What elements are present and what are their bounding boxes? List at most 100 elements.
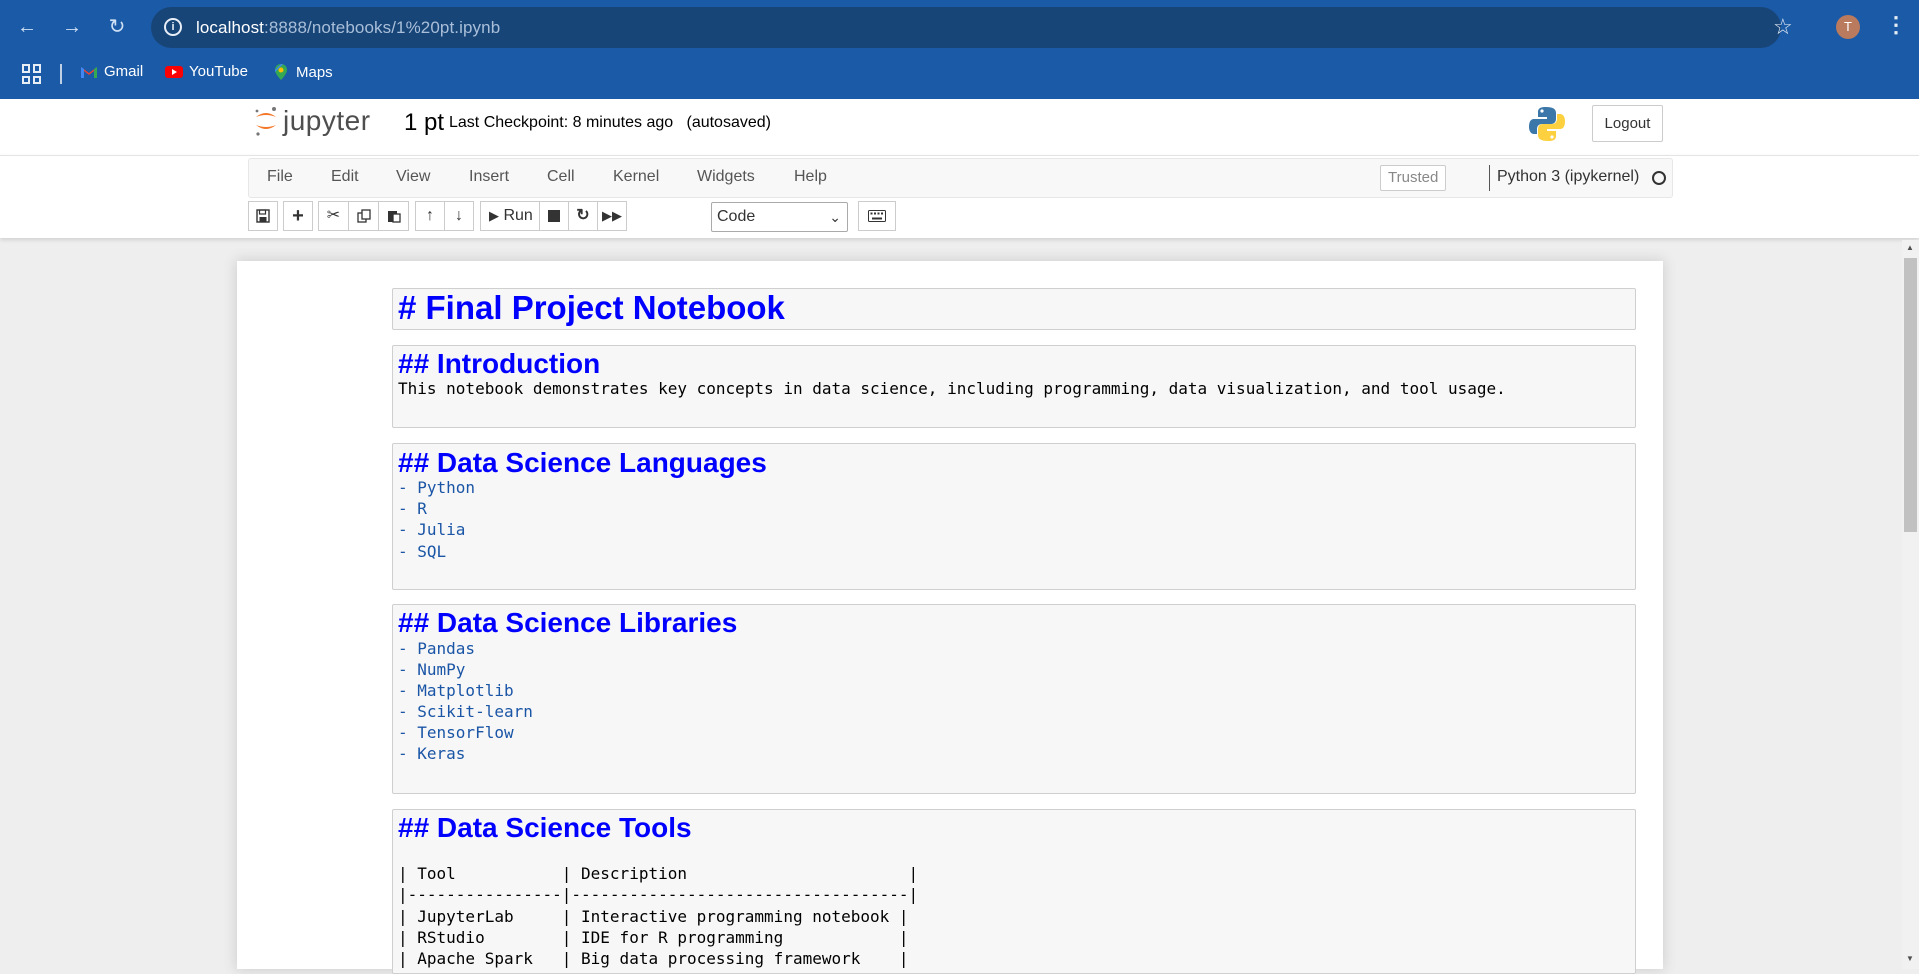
stop-icon bbox=[548, 209, 560, 222]
list-item: - R bbox=[398, 499, 427, 518]
menu-help[interactable]: Help bbox=[794, 168, 827, 186]
menu-widgets[interactable]: Widgets bbox=[697, 168, 755, 186]
restart-icon: ↻ bbox=[576, 207, 590, 224]
address-bar[interactable]: i localhost:8888/notebooks/1%20pt.ipynb bbox=[151, 7, 1781, 48]
scroll-thumb[interactable] bbox=[1904, 258, 1917, 532]
cell-text: This notebook demonstrates key concepts … bbox=[398, 379, 1506, 398]
arrow-down-icon: ↓ bbox=[455, 207, 463, 224]
markdown-cell-introduction[interactable]: ## Introduction This notebook demonstrat… bbox=[392, 345, 1636, 428]
autosaved-text: (autosaved) bbox=[686, 114, 771, 131]
url-host: localhost bbox=[196, 18, 264, 37]
youtube-icon bbox=[165, 65, 183, 78]
reload-icon[interactable]: ↻ bbox=[102, 12, 132, 42]
profile-avatar[interactable]: T bbox=[1836, 15, 1860, 39]
list-item: - Pandas bbox=[398, 639, 476, 658]
jupyter-logo-icon bbox=[255, 107, 276, 136]
notebook-title[interactable]: 1 pt bbox=[404, 109, 444, 137]
fast-forward-icon: ▶▶ bbox=[602, 208, 622, 223]
scroll-down-icon[interactable]: ▼ bbox=[1906, 954, 1914, 963]
cell-heading: # Final Project Notebook bbox=[398, 289, 785, 326]
table-line: | JupyterLab | Interactive programming n… bbox=[398, 907, 909, 926]
copy-icon bbox=[356, 209, 371, 223]
site-info-icon[interactable]: i bbox=[164, 18, 182, 36]
url-path: :8888/notebooks/1%20pt.ipynb bbox=[264, 18, 501, 37]
interrupt-button[interactable] bbox=[539, 201, 569, 231]
gmail-icon bbox=[81, 66, 97, 78]
cut-button[interactable]: ✂ bbox=[318, 201, 349, 231]
markdown-cell-languages[interactable]: ## Data Science Languages - Python - R -… bbox=[392, 443, 1636, 590]
markdown-cell-title[interactable]: # Final Project Notebook bbox=[392, 288, 1636, 330]
restart-button[interactable]: ↻ bbox=[568, 201, 598, 231]
list-item: - Python bbox=[398, 478, 476, 497]
list-item: - Keras bbox=[398, 744, 466, 763]
cell-type-select[interactable]: Code ⌄ bbox=[711, 202, 848, 232]
table-line: | Apache Spark | Big data processing fra… bbox=[398, 949, 909, 968]
bookmark-star-icon[interactable]: ☆ bbox=[1773, 14, 1793, 40]
back-arrow-icon[interactable]: ← bbox=[12, 12, 42, 42]
markdown-cell-libraries[interactable]: ## Data Science Libraries - Pandas - Num… bbox=[392, 604, 1636, 794]
apps-grid-icon[interactable] bbox=[22, 64, 42, 84]
menubar: File Edit View Insert Cell Kernel Widget… bbox=[248, 158, 1673, 198]
bookmarks-bar: Gmail YouTube Maps bbox=[0, 56, 1919, 90]
menu-insert[interactable]: Insert bbox=[469, 168, 509, 186]
forward-arrow-icon[interactable]: → bbox=[57, 12, 87, 42]
browser-menu-icon[interactable]: ⋮ bbox=[1885, 12, 1907, 38]
bookmark-gmail[interactable]: Gmail bbox=[80, 63, 143, 80]
insert-cell-button[interactable]: + bbox=[283, 201, 313, 231]
list-item: - SQL bbox=[398, 542, 447, 561]
play-icon: ▶ bbox=[489, 208, 499, 223]
bookmarks-divider bbox=[60, 64, 62, 84]
page-scrollbar[interactable]: ▲ ▼ bbox=[1902, 240, 1919, 969]
menubar-container: File Edit View Insert Cell Kernel Widget… bbox=[0, 155, 1919, 238]
jupyter-logo-text: jupyter bbox=[283, 105, 371, 136]
list-item: - TensorFlow bbox=[398, 723, 514, 742]
menu-cell[interactable]: Cell bbox=[547, 168, 575, 186]
menu-view[interactable]: View bbox=[396, 168, 430, 186]
trusted-badge[interactable]: Trusted bbox=[1380, 165, 1447, 191]
table-line: | RStudio | IDE for R programming | bbox=[398, 928, 909, 947]
checkpoint-status: Last Checkpoint: 8 minutes ago (autosave… bbox=[449, 114, 771, 132]
cell-heading: ## Data Science Languages bbox=[398, 447, 767, 478]
plus-icon: + bbox=[292, 205, 304, 227]
chevron-down-icon: ⌄ bbox=[829, 209, 841, 225]
copy-button[interactable] bbox=[348, 201, 379, 231]
paste-button[interactable] bbox=[378, 201, 409, 231]
markdown-cell-tools[interactable]: ## Data Science Tools | Tool | Descripti… bbox=[392, 809, 1636, 974]
kernel-name[interactable]: Python 3 (ipykernel) bbox=[1497, 168, 1639, 186]
bookmark-label: YouTube bbox=[189, 63, 248, 80]
cell-heading: ## Introduction bbox=[398, 348, 601, 379]
run-label: Run bbox=[503, 207, 533, 224]
move-down-button[interactable]: ↓ bbox=[444, 201, 474, 231]
url-text[interactable]: localhost:8888/notebooks/1%20pt.ipynb bbox=[196, 18, 500, 38]
cell-heading: ## Data Science Libraries bbox=[398, 607, 738, 638]
menu-file[interactable]: File bbox=[267, 168, 293, 186]
menu-edit[interactable]: Edit bbox=[331, 168, 359, 186]
save-icon bbox=[256, 209, 270, 223]
kernel-divider bbox=[1489, 165, 1490, 191]
python-logo-icon bbox=[1529, 107, 1565, 141]
browser-toolbar: ← → ↻ i localhost:8888/notebooks/1%20pt.… bbox=[0, 0, 1919, 99]
run-button[interactable]: ▶ Run bbox=[480, 201, 540, 231]
move-up-button[interactable]: ↑ bbox=[415, 201, 445, 231]
list-item: - NumPy bbox=[398, 660, 466, 679]
scissors-icon: ✂ bbox=[326, 207, 341, 224]
checkpoint-text: Last Checkpoint: 8 minutes ago bbox=[449, 114, 674, 131]
table-line: | Tool | Description | bbox=[398, 864, 919, 883]
paste-icon bbox=[387, 210, 401, 223]
bookmark-label: Gmail bbox=[104, 63, 144, 80]
cell-type-value: Code bbox=[717, 208, 756, 225]
restart-run-all-button[interactable]: ▶▶ bbox=[597, 201, 627, 231]
logout-button[interactable]: Logout bbox=[1592, 105, 1663, 142]
table-line: |----------------|----------------------… bbox=[398, 885, 919, 904]
list-item: - Scikit-learn bbox=[398, 702, 533, 721]
save-button[interactable] bbox=[248, 201, 278, 231]
jupyter-logo[interactable]: jupyter bbox=[253, 104, 371, 138]
bookmark-maps[interactable]: Maps bbox=[272, 63, 333, 81]
scroll-up-icon[interactable]: ▲ bbox=[1906, 243, 1914, 252]
command-palette-button[interactable] bbox=[858, 201, 896, 231]
menu-kernel[interactable]: Kernel bbox=[613, 168, 659, 186]
kernel-idle-icon bbox=[1652, 171, 1666, 185]
bookmark-youtube[interactable]: YouTube bbox=[165, 63, 248, 80]
cell-heading: ## Data Science Tools bbox=[398, 812, 692, 843]
maps-icon bbox=[275, 64, 287, 80]
